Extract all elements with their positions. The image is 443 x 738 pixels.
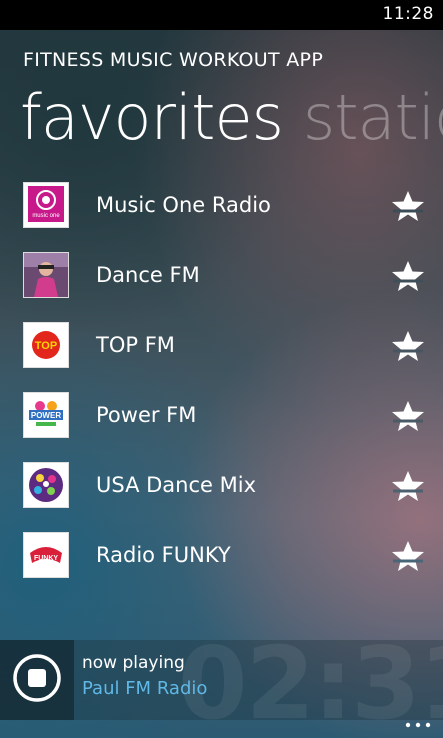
app-bar xyxy=(0,720,443,738)
star-remove-icon[interactable] xyxy=(390,540,426,572)
station-name: Music One Radio xyxy=(96,193,271,217)
svg-text:music one: music one xyxy=(32,213,60,219)
station-item[interactable]: TOP TOP FM xyxy=(0,310,443,380)
elapsed-time: 02:31 xyxy=(178,640,443,720)
star-remove-icon[interactable] xyxy=(390,400,426,432)
star-remove-icon[interactable] xyxy=(390,470,426,502)
now-playing-label: now playing xyxy=(82,653,185,673)
station-logo-radio-funky: FUNKY xyxy=(23,532,69,578)
star-remove-icon[interactable] xyxy=(390,260,426,292)
more-button[interactable] xyxy=(403,720,433,736)
station-name: Power FM xyxy=(96,403,197,427)
station-item[interactable]: music one Music One Radio xyxy=(0,170,443,240)
stop-button[interactable] xyxy=(12,653,62,703)
star-remove-icon[interactable] xyxy=(390,190,426,222)
station-logo-power-fm: POWER xyxy=(23,392,69,438)
svg-text:POWER: POWER xyxy=(31,411,61,420)
station-item[interactable]: FUNKY Radio FUNKY xyxy=(0,520,443,590)
status-clock: 11:28 xyxy=(382,4,434,24)
status-bar: 11:28 xyxy=(0,0,443,30)
station-logo-top-fm: TOP xyxy=(23,322,69,368)
station-name: TOP FM xyxy=(96,333,175,357)
station-item[interactable]: POWER Power FM xyxy=(0,380,443,450)
star-remove-icon[interactable] xyxy=(390,330,426,362)
svg-text:TOP: TOP xyxy=(35,340,57,352)
station-logo-music-one: music one xyxy=(23,182,69,228)
app-screen: 11:28 FITNESS MUSIC WORKOUT APP favorite… xyxy=(0,0,443,738)
favorites-list: music one Music One Radio Dance FM TOP T… xyxy=(0,170,443,590)
pivot-tab-stations[interactable]: stations xyxy=(303,78,443,158)
now-playing-bar: 02:31 now playing Paul FM Radio xyxy=(0,640,443,720)
station-name: Dance FM xyxy=(96,263,200,287)
station-logo-usa-dance-mix xyxy=(23,462,69,508)
now-playing-station[interactable]: Paul FM Radio xyxy=(82,678,207,699)
stop-icon xyxy=(13,654,61,702)
station-name: Radio FUNKY xyxy=(96,543,231,567)
app-title: FITNESS MUSIC WORKOUT APP xyxy=(23,49,324,71)
svg-text:FUNKY: FUNKY xyxy=(34,555,58,562)
station-logo-dance-fm xyxy=(23,252,69,298)
ellipsis-icon xyxy=(405,722,431,728)
station-item[interactable]: Dance FM xyxy=(0,240,443,310)
station-name: USA Dance Mix xyxy=(96,473,257,497)
stop-tile xyxy=(0,640,74,720)
pivot-tab-favorites[interactable]: favorites xyxy=(20,78,284,158)
pivot-header: favoritesstations xyxy=(20,78,443,158)
station-item[interactable]: USA Dance Mix xyxy=(0,450,443,520)
